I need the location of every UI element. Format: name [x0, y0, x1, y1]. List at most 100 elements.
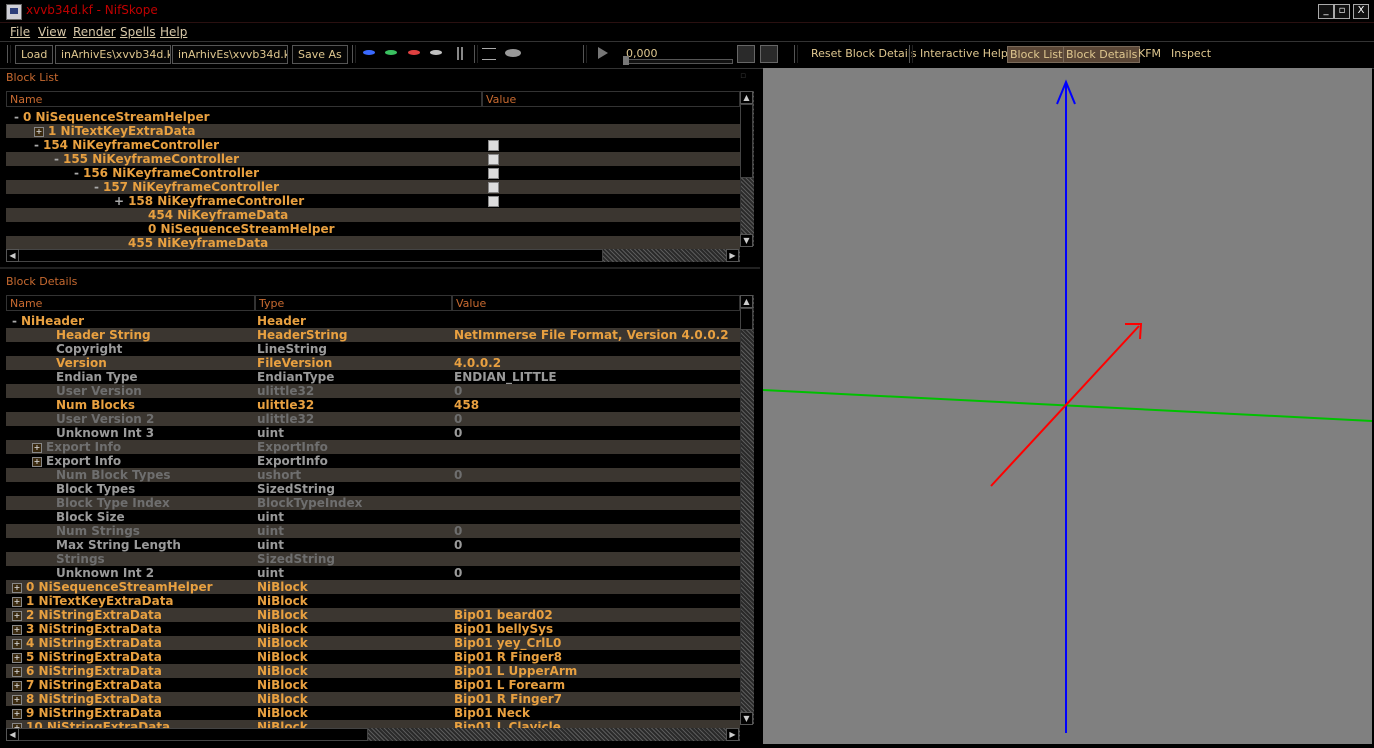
block-details-row[interactable]: Block Size uint [6, 510, 740, 524]
block-list-header-name[interactable]: Name [6, 91, 482, 107]
block-list-row[interactable]: 454 NiKeyframeData [6, 208, 740, 222]
block-details-row[interactable]: Unknown Int 2 uint 0 [6, 566, 740, 580]
collapse-icon[interactable]: - [12, 314, 17, 328]
scroll-right-icon[interactable]: ▶ [726, 249, 739, 262]
block-list-row[interactable]: 455 NiKeyframeData [6, 236, 740, 249]
scroll-down-icon[interactable]: ▼ [740, 712, 753, 725]
load-path-field[interactable]: inArhivEs\xvvb34d.kf [55, 45, 171, 64]
kfm-toggle[interactable]: KFM [1138, 47, 1161, 60]
walk-mode-icon[interactable] [457, 47, 463, 60]
reset-block-details-button[interactable]: Reset Block Details [811, 47, 917, 60]
expand-icon[interactable]: + [12, 708, 22, 719]
menu-help[interactable]: Help [160, 25, 187, 39]
block-details-row[interactable]: Max String Length uint 0 [6, 538, 740, 552]
block-details-row[interactable]: +3 NiStringExtraData NiBlock Bip01 bellySy… [6, 622, 740, 636]
loop-animation-icon[interactable] [737, 45, 755, 63]
block-details-row[interactable]: + Export Info ExportInfo [6, 454, 740, 468]
block-details-header-value[interactable]: Value [452, 295, 740, 311]
block-details-hscroll-thumb[interactable] [18, 728, 368, 741]
close-button[interactable]: X [1353, 4, 1369, 19]
expand-icon[interactable]: + [12, 694, 22, 705]
collapse-icon[interactable]: - [14, 110, 19, 124]
block-details-row[interactable]: + Export Info ExportInfo [6, 440, 740, 454]
view-side-icon[interactable] [408, 50, 420, 55]
scroll-up-icon[interactable]: ▲ [740, 91, 753, 104]
menu-spells[interactable]: Spells [120, 25, 156, 39]
block-list-toggle[interactable]: Block List [1007, 46, 1066, 63]
axes-icon[interactable] [482, 48, 496, 60]
block-details-vscrollbar[interactable] [740, 295, 754, 724]
block-details-row[interactable]: +10 NiStringExtraData NiBlock Bip01 L Clav… [6, 720, 740, 728]
menu-view[interactable]: View [38, 25, 66, 39]
block-list-row[interactable]: 0 NiSequenceStreamHelper [6, 222, 740, 236]
block-details-row[interactable]: - NiHeader Header [6, 314, 740, 328]
block-details-row[interactable]: +8 NiStringExtraData NiBlock Bip01 R Finge… [6, 692, 740, 706]
expand-icon[interactable]: + [12, 638, 22, 649]
block-list-tree[interactable]: -0 NiSequenceStreamHelper +1 NiTextKeyExt… [6, 110, 740, 249]
expand-icon[interactable]: + [34, 126, 44, 137]
block-list-row[interactable]: -154 NiKeyframeController [6, 138, 740, 152]
expand-icon[interactable]: + [12, 680, 22, 691]
expand-icon[interactable]: + [12, 624, 22, 635]
block-details-row[interactable]: Num Strings uint 0 [6, 524, 740, 538]
block-details-row[interactable]: Copyright LineString [6, 342, 740, 356]
view-user-icon[interactable] [430, 50, 442, 55]
block-details-row[interactable]: +1 NiTextKeyExtraData NiBlock [6, 594, 740, 608]
scroll-left-icon[interactable]: ◀ [6, 728, 19, 741]
block-details-row[interactable]: Header String HeaderString NetImmerse File… [6, 328, 740, 342]
save-as-button[interactable]: Save As [292, 45, 348, 64]
collapse-icon[interactable]: - [34, 138, 39, 152]
block-details-row[interactable]: Strings SizedString [6, 552, 740, 566]
view-front-icon[interactable] [385, 50, 397, 55]
block-details-vscroll-thumb[interactable] [740, 308, 753, 330]
block-details-header-name[interactable]: Name [6, 295, 255, 311]
menu-file[interactable]: File [10, 25, 30, 39]
save-path-field[interactable]: inArhivEs\xvvb34d.kf [172, 45, 288, 64]
block-details-header-type[interactable]: Type [255, 295, 452, 311]
dock-float-icon[interactable]: ▫ [740, 71, 754, 81]
block-details-row[interactable]: +6 NiStringExtraData NiBlock Bip01 L Upper… [6, 664, 740, 678]
play-icon[interactable] [598, 47, 608, 59]
collapse-icon[interactable]: - [94, 180, 99, 194]
block-details-row[interactable]: Block Types SizedString [6, 482, 740, 496]
block-details-tree[interactable]: - NiHeader Header Header String HeaderString… [6, 314, 740, 728]
block-details-row[interactable]: Version FileVersion 4.0.0.2 [6, 356, 740, 370]
expand-icon[interactable]: + [32, 456, 42, 467]
block-list-row[interactable]: -157 NiKeyframeController [6, 180, 740, 194]
block-details-row[interactable]: +5 NiStringExtraData NiBlock Bip01 R Finge… [6, 650, 740, 664]
expand-icon[interactable]: + [32, 442, 42, 453]
block-list-hscroll-thumb[interactable] [18, 249, 603, 262]
block-details-row[interactable]: +7 NiStringExtraData NiBlock Bip01 L Forea… [6, 678, 740, 692]
flip-view-icon[interactable] [505, 49, 521, 57]
block-details-row[interactable]: +4 NiStringExtraData NiBlock Bip01 yey_Crl… [6, 636, 740, 650]
block-details-toggle[interactable]: Block Details [1063, 46, 1141, 63]
block-list-row[interactable]: -155 NiKeyframeController [6, 152, 740, 166]
load-button[interactable]: Load [15, 45, 54, 64]
expand-icon[interactable]: + [12, 596, 22, 607]
scroll-up-icon[interactable]: ▲ [740, 295, 753, 308]
collapse-icon[interactable]: - [74, 166, 79, 180]
minimize-button[interactable]: _ [1318, 4, 1334, 19]
view-top-icon[interactable] [363, 50, 375, 55]
maximize-button[interactable]: ▫ [1334, 4, 1350, 19]
scroll-left-icon[interactable]: ◀ [6, 249, 19, 262]
block-details-row[interactable]: +2 NiStringExtraData NiBlock Bip01 beard02 [6, 608, 740, 622]
block-details-row[interactable]: User Version 2 ulittle32 0 [6, 412, 740, 426]
block-details-row[interactable]: Num Block Types ushort 0 [6, 468, 740, 482]
block-details-row[interactable]: Endian Type EndianType ENDIAN_LITTLE [6, 370, 740, 384]
block-list-row[interactable]: +158 NiKeyframeController [6, 194, 740, 208]
expand-icon[interactable]: + [12, 582, 22, 593]
render-viewport[interactable] [762, 68, 1373, 744]
block-details-row[interactable]: Num Blocks ulittle32 458 [6, 398, 740, 412]
expand-icon[interactable]: + [12, 666, 22, 677]
menu-render[interactable]: Render [73, 25, 116, 39]
block-details-row[interactable]: Block Type Index BlockTypeIndex [6, 496, 740, 510]
time-slider-handle[interactable] [623, 56, 629, 65]
block-list-row[interactable]: -0 NiSequenceStreamHelper [6, 110, 740, 124]
block-details-row[interactable]: +0 NiSequenceStreamHelper NiBlock [6, 580, 740, 594]
block-list-vscroll-thumb[interactable] [740, 104, 753, 178]
expand-icon[interactable]: + [12, 652, 22, 663]
scroll-down-icon[interactable]: ▼ [740, 234, 753, 247]
block-list-header-value[interactable]: Value [482, 91, 740, 107]
expand-icon[interactable]: + [114, 194, 124, 208]
